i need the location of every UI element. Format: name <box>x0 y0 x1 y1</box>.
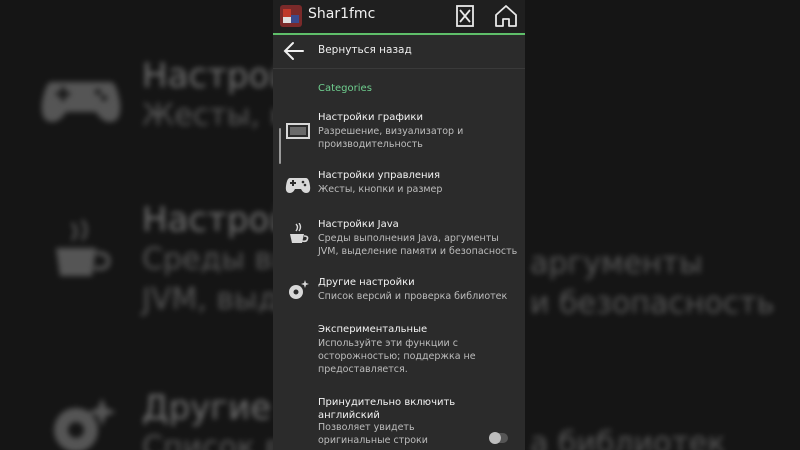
item-title: Настройки графики <box>318 112 423 123</box>
categories-header: Categories <box>318 83 372 94</box>
settings-item-force-english[interactable]: Принудительно включить английский Позвол… <box>273 394 525 450</box>
back-button[interactable]: Вернуться назад <box>273 35 525 69</box>
item-title: Настройки Java <box>318 219 399 230</box>
bg-right-3: а библиотек <box>530 426 726 450</box>
gamepad-icon <box>41 82 121 122</box>
item-desc: Среды выполнения Java, аргументы JVM, вы… <box>318 233 518 257</box>
java-cup-icon <box>56 219 111 276</box>
bg-right-2b: и безопасность <box>530 286 775 321</box>
close-button[interactable] <box>452 3 478 29</box>
gear-icon <box>54 398 116 450</box>
settings-item-java[interactable]: Настройки Java Среды выполнения Java, ар… <box>273 217 525 263</box>
item-title: Настройки управления <box>318 170 441 181</box>
item-title: Экспериментальные <box>318 324 428 335</box>
settings-item-graphics[interactable]: Настройки графики Разрешение, визуализат… <box>273 110 525 156</box>
settings-item-other[interactable]: Другие настройки Список версий и проверк… <box>273 275 525 307</box>
gear-sparkle-icon <box>289 280 309 299</box>
java-cup-icon <box>290 223 309 243</box>
item-desc: Список версий и проверка библиотек <box>318 291 508 302</box>
gamepad-icon <box>285 178 311 193</box>
item-title: Принудительно включить английский <box>318 397 456 421</box>
settings-item-controls[interactable]: Настройки управления Жесты, кнопки и раз… <box>273 168 525 200</box>
item-desc: Используйте эти функции с осторожностью;… <box>318 338 476 375</box>
back-label: Вернуться назад <box>318 44 412 56</box>
item-desc: Позволяет увидеть оригинальные строки <box>318 422 428 446</box>
settings-panel: Shar1fmc Вернуться назад Categories Наст… <box>273 0 525 450</box>
arrow-left-icon <box>283 42 304 60</box>
toggle-knob <box>489 432 501 444</box>
app-title: Shar1fmc <box>308 6 376 22</box>
item-title: Другие настройки <box>318 277 415 288</box>
top-bar: Shar1fmc <box>273 0 525 35</box>
bg-right-2a: аргументы <box>530 246 703 281</box>
home-button[interactable] <box>493 3 519 29</box>
app-logo-icon <box>280 5 302 27</box>
item-desc: Разрешение, визуализатор и производитель… <box>318 126 464 150</box>
display-icon <box>286 123 310 139</box>
item-desc: Жесты, кнопки и размер <box>318 184 443 195</box>
settings-item-experimental[interactable]: Экспериментальные Используйте эти функци… <box>273 322 525 378</box>
force-english-toggle[interactable] <box>489 432 508 444</box>
